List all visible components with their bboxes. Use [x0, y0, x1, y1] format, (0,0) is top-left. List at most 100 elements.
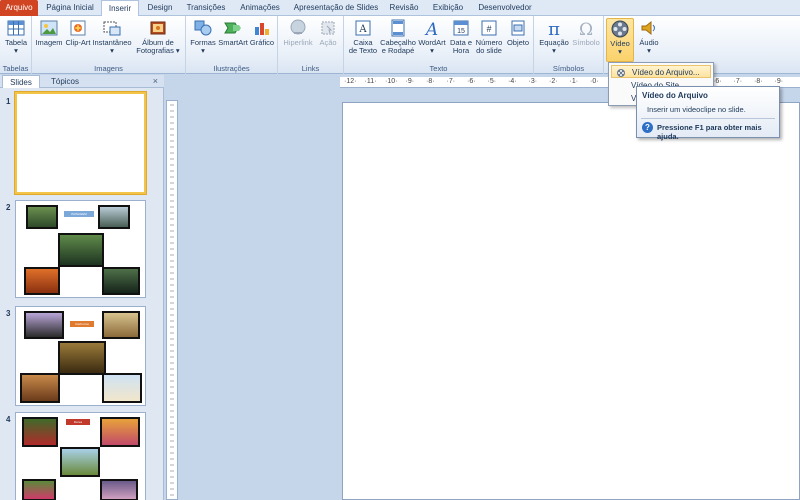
slide-thumbnail-3[interactable]: Cachorros [15, 306, 146, 406]
tooltip-help: Pressione F1 para obter mais ajuda. [657, 123, 762, 141]
video-button[interactable]: Vídeo ▾ [606, 18, 634, 62]
ruler-tick-label: ·2· [549, 78, 558, 85]
dog-photo [20, 373, 60, 403]
calendar-icon: 15 [453, 20, 469, 36]
tabela-button[interactable]: Tabela ▾ [2, 18, 30, 55]
dog-photo [102, 311, 140, 339]
tooltip-description: Inserir um videoclipe no slide. [647, 105, 746, 114]
tab-pagina-inicial[interactable]: Página Inicial [42, 0, 98, 16]
object-icon [511, 20, 525, 36]
clipart-icon [70, 20, 86, 36]
ruler-tick-label: ·3· [528, 78, 538, 85]
landscape-photo [24, 267, 60, 295]
formas-button[interactable]: Formas ▾ [189, 18, 217, 55]
numero-slide-button[interactable]: # Número do slide [474, 18, 504, 55]
slide-canvas[interactable] [342, 102, 800, 500]
omega-icon: Ω [579, 20, 593, 38]
grafico-label: Gráfico [249, 38, 275, 47]
tab-transicoes[interactable]: Transições [182, 0, 230, 16]
svg-text:A: A [358, 24, 367, 35]
slide-thumbnail-2[interactable]: PAISAGEM [15, 200, 146, 298]
tab-slides[interactable]: Slides [2, 75, 40, 88]
objeto-label: Objeto [506, 38, 530, 47]
svg-text:15: 15 [457, 28, 465, 35]
cabecalho-button[interactable]: Cabeçalho e Rodapé [380, 18, 416, 55]
imagem-label: Imagem [35, 38, 63, 47]
tab-desenvolvedor[interactable]: Desenvolvedor [474, 0, 536, 16]
ruler-tick-label: ·6· [713, 78, 722, 85]
ruler-tick-label: ·6· [467, 78, 476, 85]
objeto-button[interactable]: Objeto [504, 18, 532, 47]
album-button[interactable]: Álbum de Fotografias ▾ [134, 18, 182, 55]
flower-photo [100, 417, 140, 447]
tab-apresentacao[interactable]: Apresentação de Slides [290, 0, 382, 16]
table-icon [7, 20, 25, 36]
audio-button[interactable]: Áudio ▾ [636, 18, 662, 55]
panel-tabs: Slides Tópicos × [0, 75, 164, 88]
ruler-tick-label: ·0· [590, 78, 599, 85]
photo-album-icon [150, 21, 166, 35]
hiperlink-label: Hiperlink [283, 38, 313, 47]
acao-label: Ação [319, 38, 337, 47]
tooltip-title: Vídeo do Arquivo [642, 91, 708, 100]
clipart-button[interactable]: Clip-Art [64, 18, 92, 47]
simbolo-label: Símbolo [572, 38, 600, 47]
help-icon: ? [642, 122, 653, 133]
group-label-simbolos: Símbolos [552, 64, 585, 73]
tab-revisao[interactable]: Revisão [386, 0, 422, 16]
dog-photo [58, 341, 106, 375]
imagem-button[interactable]: Imagem [35, 18, 63, 47]
hyperlink-icon [290, 19, 306, 35]
caixa-label-2: de Texto [348, 46, 378, 55]
close-panel-icon[interactable]: × [153, 75, 158, 88]
caixa-de-texto-button[interactable]: A Caixa de Texto [348, 18, 378, 55]
tab-inserir[interactable]: Inserir [101, 0, 139, 17]
group-links: Hiperlink Ação Links [278, 16, 344, 74]
equacao-button[interactable]: π Equação ▾ [538, 18, 570, 55]
flower-photo [22, 417, 58, 447]
tooltip-divider [641, 118, 775, 119]
tab-design[interactable]: Design [142, 0, 178, 16]
slide-number-2: 2 [6, 203, 11, 212]
wordart-button[interactable]: A WordArt ▾ [416, 18, 448, 55]
flower-photo [22, 479, 56, 500]
data-hora-button[interactable]: 15 Data e Hora [448, 18, 474, 55]
ruler-tick-label: ·5· [487, 78, 497, 85]
instantaneo-button[interactable]: Instantâneo ▾ [92, 18, 132, 55]
hiperlink-button[interactable]: Hiperlink [280, 18, 316, 47]
tab-exibicao[interactable]: Exibição [428, 0, 468, 16]
grafico-button[interactable]: Gráfico [249, 18, 275, 47]
slide-thumbnail-1[interactable] [15, 92, 146, 194]
group-label-ilustracoes: Ilustrações [213, 64, 250, 73]
slide-thumbnail-4[interactable]: Flores [15, 412, 146, 500]
menu-item-label: Vídeo do Arquivo... [632, 68, 700, 77]
picture-icon [40, 20, 58, 36]
vertical-ruler-ticks [170, 104, 174, 496]
simbolo-button[interactable]: Ω Símbolo [571, 18, 601, 47]
acao-button[interactable]: Ação [316, 18, 340, 47]
svg-text:Ω: Ω [579, 20, 593, 38]
tab-topicos[interactable]: Tópicos [44, 75, 86, 88]
ruler-tick-label: ·4· [508, 78, 517, 85]
group-label-links: Links [301, 64, 320, 73]
ruler-tick-label: ·9· [774, 78, 784, 85]
ruler-tick-label: ·7· [733, 78, 743, 85]
header-footer-icon [391, 19, 405, 37]
smartart-button[interactable]: SmartArt [217, 18, 249, 47]
landscape-photo [102, 267, 140, 295]
tab-arquivo[interactable]: Arquivo [0, 0, 38, 16]
group-tabelas: Tabela ▾ Tabelas [0, 16, 32, 74]
group-ilustracoes: Formas ▾ SmartArt Gráfico Ilustrações [186, 16, 278, 74]
slide3-title: Cachorros [70, 321, 94, 327]
tab-animacoes[interactable]: Animações [236, 0, 284, 16]
slide2-title: PAISAGEM [64, 211, 94, 217]
pi-icon: π [548, 19, 560, 38]
group-texto: A Caixa de Texto Cabeçalho e Rodapé A Word… [344, 16, 534, 74]
dog-photo [24, 311, 64, 339]
film-reel-icon [611, 20, 629, 38]
slides-panel: Slides Tópicos × 1 2 PAISAGEM 3 Cachorro… [0, 75, 164, 500]
textbox-icon: A [355, 20, 371, 36]
wordart-icon: A [424, 20, 438, 38]
slide-number-icon: # [481, 20, 497, 36]
menu-item-video-do-arquivo[interactable]: Vídeo do Arquivo... [611, 65, 711, 78]
